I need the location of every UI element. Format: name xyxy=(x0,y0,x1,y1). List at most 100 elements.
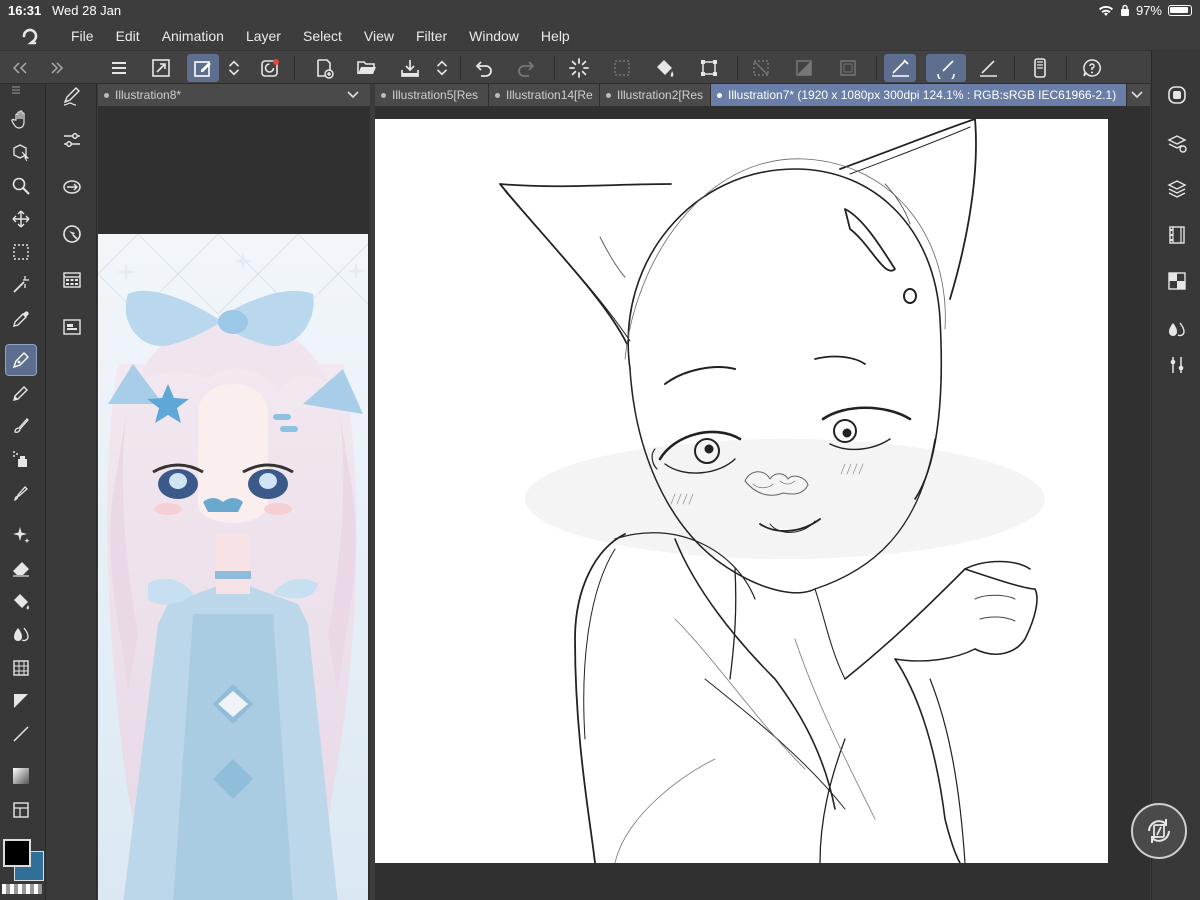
menu-filter[interactable]: Filter xyxy=(405,28,458,44)
save-icon[interactable] xyxy=(394,54,426,82)
layout-tool-icon[interactable] xyxy=(6,795,36,825)
undo-icon[interactable] xyxy=(468,54,500,82)
menu-edit[interactable]: Edit xyxy=(105,28,151,44)
tab-dot-icon xyxy=(381,92,386,98)
material-icon[interactable] xyxy=(1164,268,1190,294)
ruler-snap-icon[interactable] xyxy=(884,54,916,82)
tab-dot-icon xyxy=(495,92,500,98)
edge-keyboard-icon[interactable] xyxy=(1131,803,1187,859)
tab-label: Illustration8* xyxy=(115,88,182,102)
save-toggle-icon[interactable] xyxy=(432,54,452,82)
battery-icon xyxy=(1168,5,1192,16)
reference-illustration[interactable] xyxy=(98,234,368,900)
drawing-canvas[interactable] xyxy=(375,119,1108,863)
collapse-left-icon[interactable] xyxy=(4,54,36,82)
chevron-down-icon[interactable] xyxy=(346,89,360,101)
figure-tool-icon[interactable] xyxy=(6,653,36,683)
move-tool-icon[interactable] xyxy=(6,204,36,234)
tab-illustration14[interactable]: Illustration14[Re xyxy=(489,84,600,106)
battery-percent: 97% xyxy=(1135,3,1162,18)
layer-property-icon[interactable] xyxy=(1164,130,1190,156)
operation-tool-icon[interactable] xyxy=(6,137,36,167)
smartphone-icon[interactable] xyxy=(1024,54,1056,82)
color-set-icon[interactable] xyxy=(57,265,87,295)
tab-illustration5[interactable]: Illustration5[Res xyxy=(375,84,489,106)
clear-selection-icon[interactable] xyxy=(606,54,638,82)
help-icon[interactable] xyxy=(1076,54,1108,82)
menu-animation[interactable]: Animation xyxy=(151,28,235,44)
sub-tool-pen-icon[interactable] xyxy=(57,82,87,112)
sparkle-tool-icon[interactable] xyxy=(6,520,36,550)
tab-illustration7-active[interactable]: Illustration7* (1920 x 1080px 300dpi 124… xyxy=(711,84,1127,106)
edit-mode-toggle-icon[interactable] xyxy=(224,54,244,82)
tab-illustration8[interactable]: Illustration8* xyxy=(98,84,370,106)
selection-border-icon[interactable] xyxy=(832,54,864,82)
transparent-color-swatch[interactable] xyxy=(2,884,42,894)
navigator-icon[interactable] xyxy=(57,219,87,249)
menu-window[interactable]: Window xyxy=(458,28,530,44)
loading-spinner-icon[interactable] xyxy=(563,54,595,82)
fill-icon[interactable] xyxy=(649,54,681,82)
brush-tool-icon[interactable] xyxy=(6,411,36,441)
menu-bar: File Edit Animation Layer Select View Fi… xyxy=(0,22,1200,50)
eyedropper-icon[interactable] xyxy=(6,304,36,334)
transform-icon[interactable] xyxy=(693,54,725,82)
tab-dot-icon xyxy=(606,92,611,98)
zoom-tool-icon[interactable] xyxy=(6,171,36,201)
selection-tool-icon[interactable] xyxy=(6,237,36,267)
hand-tool-icon[interactable] xyxy=(6,104,36,134)
new-canvas-icon[interactable] xyxy=(308,54,340,82)
companion-mode-icon[interactable] xyxy=(254,54,286,82)
pen-tool-icon[interactable] xyxy=(5,344,37,376)
snap-to-ruler-icon[interactable] xyxy=(926,54,966,82)
blend-icon[interactable] xyxy=(1164,315,1190,341)
blend-tool-icon[interactable] xyxy=(6,619,36,649)
brush-size-icon[interactable] xyxy=(57,172,87,202)
right-panel-bar xyxy=(1151,50,1200,900)
eraser-tool-icon[interactable] xyxy=(6,553,36,583)
line-tool-icon[interactable] xyxy=(6,719,36,749)
tab-label: Illustration5[Res xyxy=(392,88,479,102)
menu-layer[interactable]: Layer xyxy=(235,28,292,44)
open-file-icon[interactable] xyxy=(351,54,383,82)
mask-icon[interactable] xyxy=(788,54,820,82)
airbrush-tool-icon[interactable] xyxy=(6,444,36,474)
edit-mode-icon[interactable] xyxy=(187,54,219,82)
window-toggle-icon[interactable] xyxy=(1164,82,1190,108)
timeline-icon[interactable] xyxy=(1164,222,1190,248)
ios-status-bar: 16:31 Wed 28 Jan 97% xyxy=(0,0,1200,22)
menu-help[interactable]: Help xyxy=(530,28,581,44)
wifi-icon xyxy=(1098,5,1113,16)
menu-view[interactable]: View xyxy=(353,28,405,44)
command-bar xyxy=(0,50,1200,84)
menu-file[interactable]: File xyxy=(60,28,105,44)
status-date: Wed 28 Jan xyxy=(52,3,122,18)
status-right: 97% xyxy=(1098,3,1192,18)
tool-property-icon[interactable] xyxy=(57,125,87,155)
app-logo-icon[interactable] xyxy=(0,22,60,50)
frame-tool-icon[interactable] xyxy=(6,686,36,716)
layers-icon[interactable] xyxy=(1164,176,1190,202)
chevron-down-icon[interactable] xyxy=(1130,89,1144,101)
item-bank-icon[interactable] xyxy=(57,312,87,342)
tab-dot-icon xyxy=(104,92,109,98)
gradient-tool-icon[interactable] xyxy=(6,761,36,791)
fullscreen-icon[interactable] xyxy=(145,54,177,82)
tab-illustration2[interactable]: Illustration2[Res xyxy=(600,84,711,106)
tab-label: Illustration14[Re xyxy=(506,88,593,102)
menu-select[interactable]: Select xyxy=(292,28,353,44)
left-canvas-tabs: Illustration8* xyxy=(98,84,370,106)
pencil-tool-icon[interactable] xyxy=(6,378,36,408)
hide-selection-icon[interactable] xyxy=(745,54,777,82)
redo-icon[interactable] xyxy=(510,54,542,82)
collapse-right-icon[interactable] xyxy=(40,54,72,82)
decoration-tool-icon[interactable] xyxy=(6,478,36,508)
palette-menu-icon[interactable] xyxy=(8,84,38,94)
tool-palette xyxy=(0,84,46,900)
snap-special-ruler-icon[interactable] xyxy=(972,54,1004,82)
hamburger-menu-icon[interactable] xyxy=(103,54,135,82)
main-color-swatch[interactable] xyxy=(3,839,31,867)
fill-tool-icon[interactable] xyxy=(6,586,36,616)
adjust-sliders-icon[interactable] xyxy=(1164,352,1190,378)
magic-wand-icon[interactable] xyxy=(6,270,36,300)
